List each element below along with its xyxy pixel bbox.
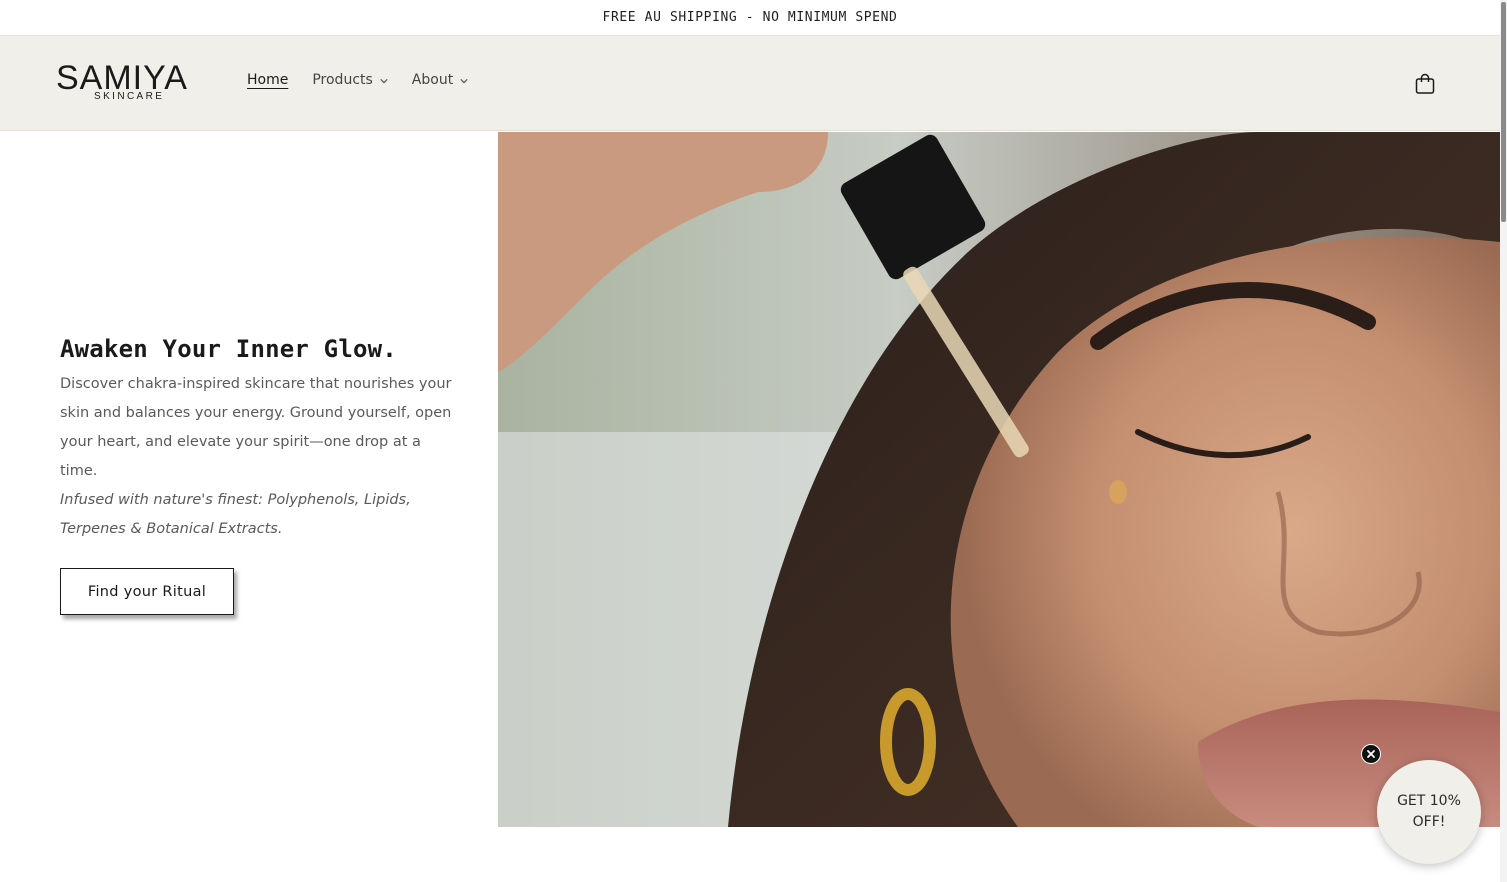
- site-header: SAMIYA SKINCARE Home Products About: [0, 36, 1500, 131]
- find-your-ritual-button[interactable]: Find your Ritual: [60, 568, 234, 615]
- close-icon[interactable]: [1361, 744, 1381, 764]
- nav-item-home[interactable]: Home: [247, 72, 288, 88]
- chevron-down-icon: [460, 79, 468, 84]
- logo[interactable]: SAMIYA SKINCARE: [56, 60, 212, 104]
- chevron-down-icon: [380, 79, 388, 84]
- hero-ingredients: Infused with nature's finest: Polyphenol…: [60, 492, 411, 537]
- main-nav: Home Products About: [247, 72, 492, 88]
- hero-image: [498, 132, 1500, 827]
- nav-item-label: Products: [312, 72, 373, 88]
- nav-item-label: About: [411, 72, 454, 88]
- promo-label: GET 10% OFF!: [1397, 793, 1461, 830]
- announcement-bar: FREE AU SHIPPING - NO MINIMUM SPEND: [0, 0, 1500, 36]
- logo-subtitle: SKINCARE: [92, 91, 167, 103]
- nav-item-label: Home: [247, 72, 289, 88]
- nav-item-about[interactable]: About: [412, 72, 468, 88]
- discount-popup-button[interactable]: GET 10% OFF!: [1377, 760, 1481, 864]
- hero-description: Discover chakra-inspired skincare that n…: [60, 376, 452, 479]
- shopping-bag-icon[interactable]: [1413, 72, 1437, 96]
- nav-item-products[interactable]: Products: [312, 72, 388, 88]
- close-icon-glyph: [1367, 750, 1375, 758]
- announcement-text: FREE AU SHIPPING - NO MINIMUM SPEND: [602, 10, 898, 25]
- scrollbar-thumb[interactable]: [1501, 2, 1506, 222]
- hero-text-block: Awaken Your Inner Glow. Discover chakra-…: [60, 334, 460, 544]
- hero-title: Awaken Your Inner Glow.: [60, 335, 397, 363]
- hero-photo-illustration: [498, 132, 1500, 827]
